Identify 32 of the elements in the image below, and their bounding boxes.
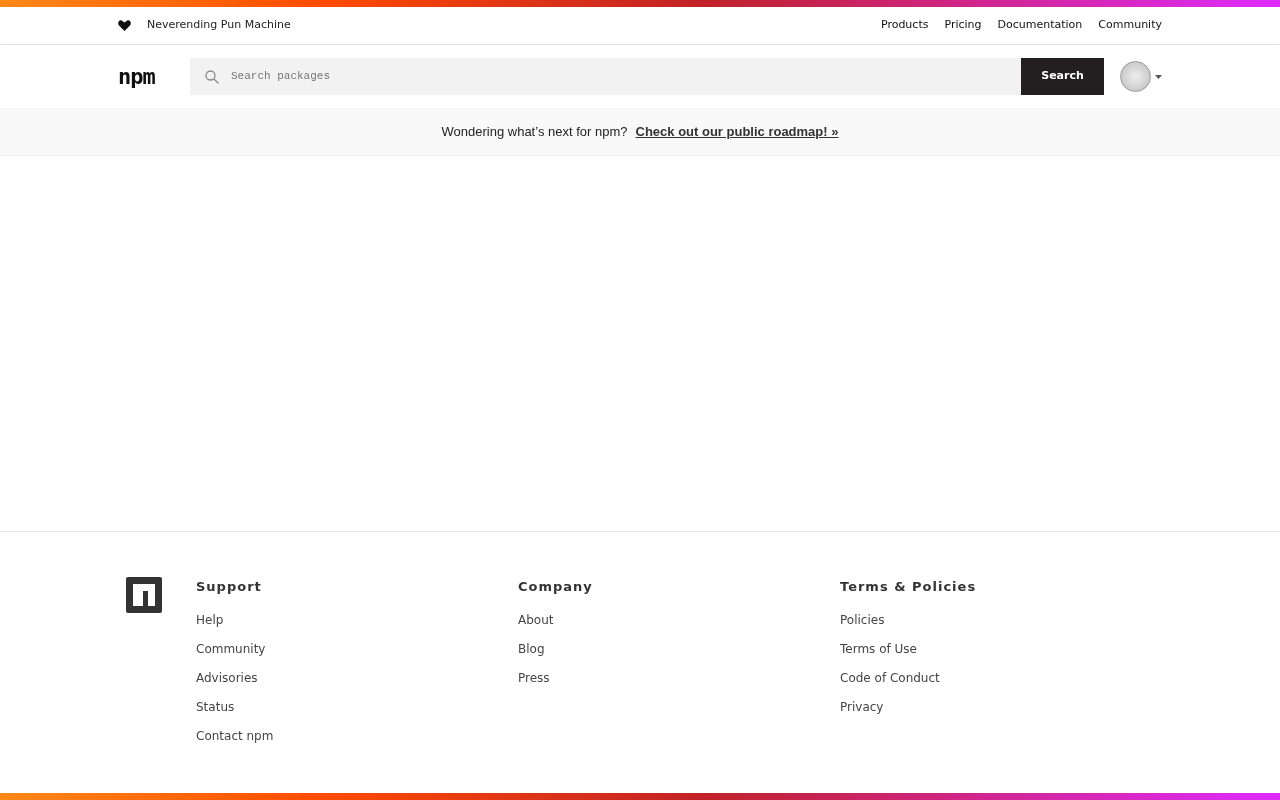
heart-icon [118,20,131,31]
footer-link[interactable]: Status [196,697,518,716]
nav-link-item[interactable]: Documentation [997,17,1083,34]
footer-link[interactable]: Code of Conduct [840,668,1162,687]
avatar-icon [1120,61,1151,92]
banner-text: Wondering what’s next for npm? [441,122,628,141]
footer-link[interactable]: Terms of Use [840,639,1162,658]
search-input[interactable]: Search packages [229,67,1021,86]
user-menu[interactable] [1120,61,1162,92]
footer-link[interactable]: Contact npm [196,726,518,745]
roadmap-link[interactable]: Check out our public roadmap! » [635,121,839,142]
npm-logo-icon [126,577,162,613]
footer-link[interactable]: Help [196,610,518,629]
npm-logo[interactable]: npm [118,65,190,88]
nav-link-item[interactable]: Pricing [944,17,982,34]
footer-link[interactable]: About [518,610,840,629]
footer-link[interactable]: Policies [840,610,1162,629]
footer-link[interactable]: Blog [518,639,840,658]
nav-link-item[interactable]: Community [1098,17,1162,34]
footer-heading: Company [518,578,594,596]
footer-link[interactable]: Community [196,639,518,658]
search-button[interactable]: Search [1021,58,1104,95]
search-icon [205,69,219,84]
footer-heading: Terms & Policies [840,578,978,596]
footer-heading: Support [196,578,263,596]
search-field[interactable]: Search packages [190,58,1021,95]
caret-icon [1155,74,1162,79]
footer-link[interactable]: Privacy [840,697,1162,716]
nav-link-item[interactable]: Products [880,17,929,34]
footer-link[interactable]: Press [518,668,840,687]
footer-link[interactable]: Advisories [196,668,518,687]
tagline: Neverending Pun Machine [147,17,291,34]
